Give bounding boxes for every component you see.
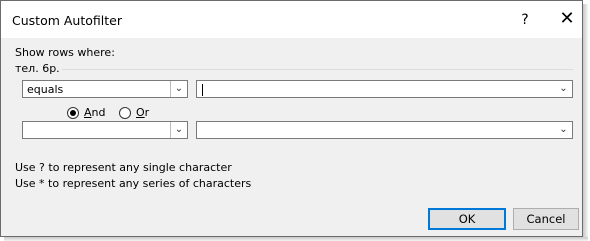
ok-button[interactable]: OK — [428, 208, 506, 230]
title-bar[interactable]: Custom Autofilter ? ✕ — [1, 1, 582, 38]
chevron-down-icon[interactable]: ⌄ — [555, 122, 572, 138]
custom-autofilter-dialog: Custom Autofilter ? ✕ Show rows where: т… — [0, 0, 583, 237]
radio-selected-dot — [70, 110, 76, 116]
close-icon: ✕ — [559, 8, 575, 29]
help-button[interactable]: ? — [513, 7, 537, 33]
window-shadow-right — [583, 4, 588, 240]
hint-single-char: Use ? to represent any single character — [15, 161, 232, 174]
text-cursor — [202, 84, 203, 96]
criteria1-operator-select[interactable]: equals ⌄ — [22, 80, 188, 98]
chevron-down-icon[interactable]: ⌄ — [555, 81, 572, 97]
or-mnemonic: O — [136, 106, 145, 119]
or-label-rest: r — [144, 106, 150, 119]
hint-series-chars: Use * to represent any series of charact… — [15, 177, 252, 190]
or-radio-label[interactable]: Or — [136, 106, 149, 119]
criteria2-operator-select[interactable]: ⌄ — [22, 121, 188, 139]
criteria1-operator-value: equals — [27, 83, 64, 96]
chevron-down-icon[interactable]: ⌄ — [170, 81, 187, 97]
cancel-button[interactable]: Cancel — [513, 208, 579, 230]
show-rows-label: Show rows where: — [15, 46, 115, 59]
field-name-label: тел. 6р. — [15, 62, 62, 75]
help-icon: ? — [521, 12, 529, 28]
criteria1-value-combo[interactable]: ⌄ — [196, 80, 573, 98]
chevron-down-icon[interactable]: ⌄ — [170, 122, 187, 138]
criteria2-value-combo[interactable]: ⌄ — [196, 121, 573, 139]
group-divider — [61, 69, 573, 70]
or-radio[interactable] — [119, 107, 131, 119]
and-label-rest: nd — [91, 106, 106, 119]
window-shadow-bottom — [4, 237, 588, 241]
and-radio-label[interactable]: And — [84, 106, 106, 119]
and-mnemonic: A — [84, 106, 92, 119]
and-radio[interactable] — [67, 107, 79, 119]
dialog-title: Custom Autofilter — [12, 13, 122, 28]
close-button[interactable]: ✕ — [553, 5, 581, 33]
